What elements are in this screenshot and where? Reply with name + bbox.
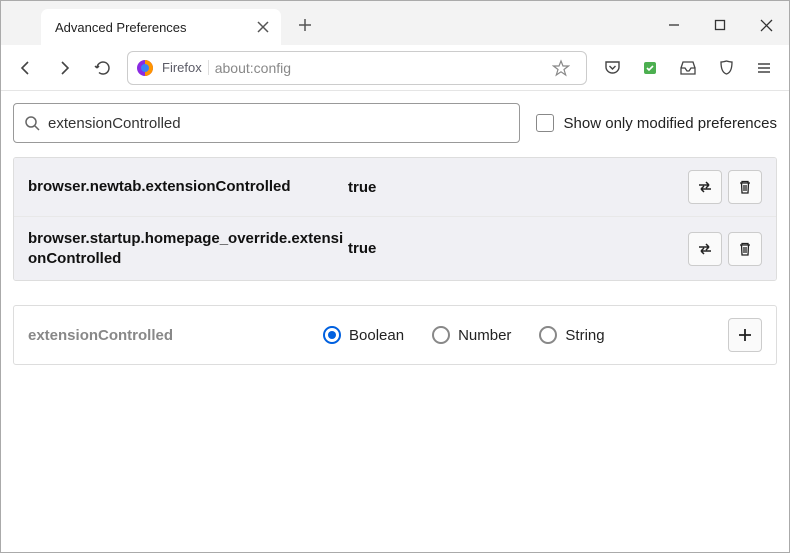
pref-row[interactable]: browser.startup.homepage_override.extens… [14,216,776,280]
new-tab-button[interactable] [291,11,319,39]
inbox-icon[interactable] [671,51,705,85]
radio-string[interactable]: String [539,326,604,344]
navigation-toolbar: Firefox [1,45,789,91]
search-row: Show only modified preferences [13,103,777,143]
add-pref-name: extensionControlled [28,327,323,344]
url-bar[interactable]: Firefox [127,51,587,85]
close-window-button[interactable] [743,5,789,45]
pref-name: browser.newtab.extensionControlled [28,177,348,197]
titlebar: Advanced Preferences [1,1,789,45]
shield-icon[interactable] [709,51,743,85]
tab-title: Advanced Preferences [55,20,255,35]
url-identity-label: Firefox [160,60,209,75]
delete-button[interactable] [728,232,762,266]
minimize-button[interactable] [651,5,697,45]
back-button[interactable] [9,51,43,85]
preferences-table: browser.newtab.extensionControlled true … [13,157,777,281]
search-input[interactable] [48,115,509,132]
add-pref-row: extensionControlled Boolean Number Strin… [13,305,777,365]
toggle-button[interactable] [688,170,722,204]
pocket-icon[interactable] [595,51,629,85]
forward-button[interactable] [47,51,81,85]
radio-icon [539,326,557,344]
maximize-button[interactable] [697,5,743,45]
bookmark-star-icon[interactable] [544,51,578,85]
pref-row[interactable]: browser.newtab.extensionControlled true [14,158,776,216]
show-only-modified-checkbox[interactable]: Show only modified preferences [536,114,777,132]
add-button[interactable] [728,318,762,352]
delete-button[interactable] [728,170,762,204]
menu-button[interactable] [747,51,781,85]
about-config-content: Show only modified preferences browser.n… [1,91,789,377]
firefox-logo-icon [136,59,154,77]
radio-boolean[interactable]: Boolean [323,326,404,344]
pref-actions [688,232,762,266]
close-tab-icon[interactable] [255,19,271,35]
radio-number[interactable]: Number [432,326,511,344]
show-only-label: Show only modified preferences [564,115,777,132]
extension-icon[interactable] [633,51,667,85]
radio-icon [432,326,450,344]
browser-tab[interactable]: Advanced Preferences [41,9,281,45]
window-controls [651,5,789,45]
type-radio-group: Boolean Number String [323,326,728,344]
pref-name: browser.startup.homepage_override.extens… [28,229,348,268]
reload-button[interactable] [85,51,119,85]
search-icon [24,115,40,131]
radio-icon [323,326,341,344]
pref-actions [688,170,762,204]
search-box[interactable] [13,103,520,143]
pref-value: true [348,179,688,196]
url-input[interactable] [215,60,538,76]
toggle-button[interactable] [688,232,722,266]
checkbox-icon [536,114,554,132]
pref-value: true [348,240,688,257]
